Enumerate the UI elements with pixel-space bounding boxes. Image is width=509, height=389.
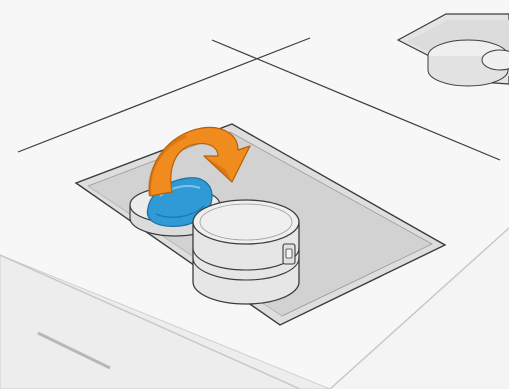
printer-loading-illustration: [0, 0, 509, 389]
illustration-canvas: [0, 0, 509, 389]
front-container: [192, 199, 300, 305]
